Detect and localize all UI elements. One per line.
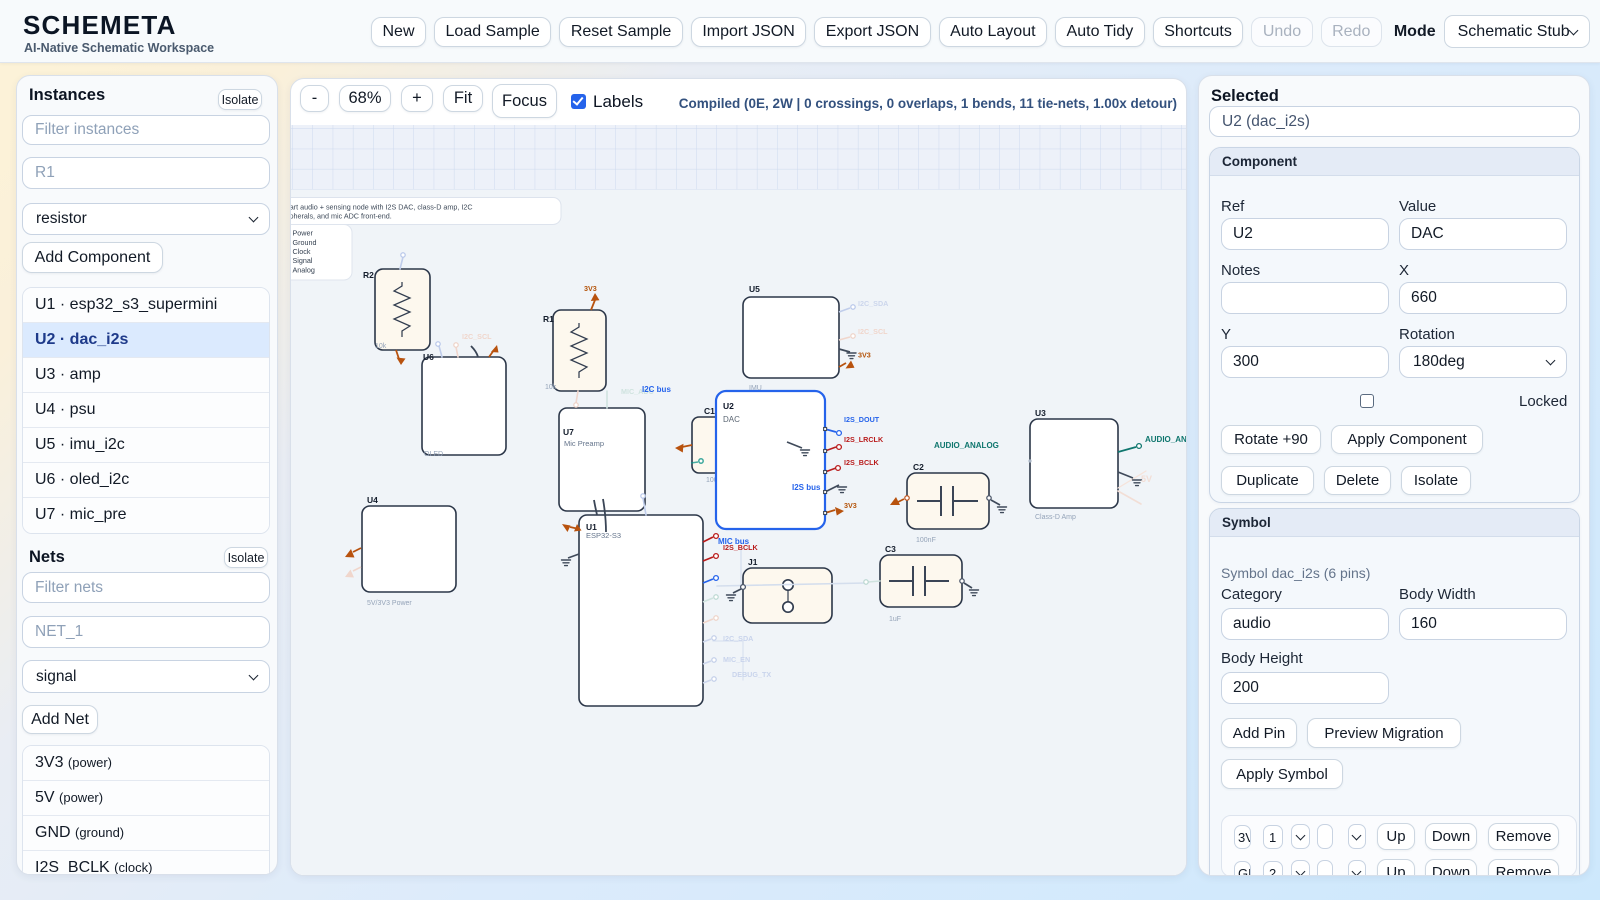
svg-text:R2: R2 <box>363 270 374 280</box>
svg-text:5V: 5V <box>1141 474 1152 484</box>
svg-text:3V3: 3V3 <box>844 501 857 510</box>
svg-text:C3: C3 <box>885 544 896 554</box>
svg-text:5V/3V3 Power: 5V/3V3 Power <box>367 600 412 607</box>
svg-text:OLED: OLED <box>424 451 443 458</box>
svg-text:C1: C1 <box>704 406 715 416</box>
svg-text:U7: U7 <box>563 427 574 437</box>
svg-text:Smart audio + sensing node wit: Smart audio + sensing node with I2S DAC,… <box>291 203 473 212</box>
svg-text:100nF: 100nF <box>916 537 936 544</box>
svg-text:Power: Power <box>293 229 314 238</box>
svg-text:U4: U4 <box>367 495 378 505</box>
svg-text:U2: U2 <box>723 401 734 411</box>
svg-text:I2C_SDA: I2C_SDA <box>723 634 753 643</box>
svg-text:MIC bus: MIC bus <box>718 537 750 546</box>
svg-text:U6: U6 <box>423 352 434 362</box>
svg-text:I2C_SDA: I2C_SDA <box>858 299 888 308</box>
svg-text:I2C bus: I2C bus <box>642 385 671 394</box>
svg-text:I2S bus: I2S bus <box>792 483 821 492</box>
svg-text:AUDIO_ANALOG: AUDIO_ANALOG <box>934 441 999 450</box>
svg-text:Analog: Analog <box>293 265 315 274</box>
svg-text:10k: 10k <box>545 384 557 391</box>
svg-text:Mic Preamp: Mic Preamp <box>564 439 604 448</box>
svg-text:I2S_LRCLK: I2S_LRCLK <box>844 435 884 444</box>
svg-text:Clock: Clock <box>293 247 311 256</box>
svg-text:1uF: 1uF <box>889 616 901 623</box>
svg-text:Ground: Ground <box>293 238 317 247</box>
svg-text:IMU: IMU <box>749 385 762 392</box>
svg-text:R1: R1 <box>543 314 554 324</box>
svg-text:DEBUG_TX: DEBUG_TX <box>732 670 771 679</box>
svg-text:J1: J1 <box>748 557 758 567</box>
svg-text:I2C_SCL: I2C_SCL <box>462 332 492 341</box>
svg-text:3V3: 3V3 <box>858 351 871 360</box>
svg-text:3V3: 3V3 <box>584 284 597 293</box>
svg-text:I2C_SCL: I2C_SCL <box>858 327 888 336</box>
svg-text:I2S_BCLK: I2S_BCLK <box>844 458 880 467</box>
svg-text:ESP32-S3: ESP32-S3 <box>586 531 621 540</box>
svg-text:MIC_EN: MIC_EN <box>723 655 750 664</box>
svg-text:AUDIO_ANALOG: AUDIO_ANALOG <box>1145 435 1187 444</box>
svg-text:C2: C2 <box>913 462 924 472</box>
svg-text:U3: U3 <box>1035 408 1046 418</box>
svg-text:10k: 10k <box>375 343 387 350</box>
svg-text:U5: U5 <box>749 284 760 294</box>
svg-text:peripherals, and mic ADC front: peripherals, and mic ADC front-end. <box>291 212 392 221</box>
svg-text:DAC: DAC <box>723 415 740 424</box>
svg-text:I2S_DOUT: I2S_DOUT <box>844 415 880 424</box>
svg-text:Class-D Amp: Class-D Amp <box>1035 514 1076 521</box>
svg-text:Signal: Signal <box>293 256 313 265</box>
